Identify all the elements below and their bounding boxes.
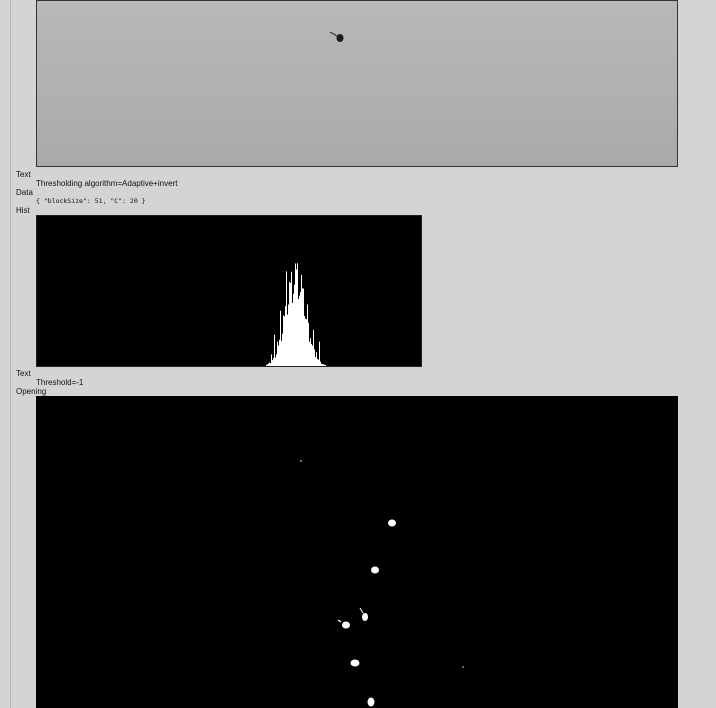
histogram-bar bbox=[283, 315, 284, 366]
histogram-bar bbox=[293, 293, 294, 366]
histogram-bar bbox=[300, 291, 301, 366]
histogram-bar bbox=[277, 341, 278, 366]
histogram-bar bbox=[290, 282, 291, 366]
histogram-bar bbox=[314, 349, 315, 366]
opening-canvas bbox=[300, 460, 464, 707]
threshold-algorithm-text: Thresholding algorithm=Adaptive+invert bbox=[36, 179, 178, 188]
histogram-bar bbox=[278, 345, 279, 366]
histogram-panel bbox=[36, 215, 422, 367]
tadpole-tail bbox=[329, 31, 338, 37]
histogram-bar bbox=[267, 364, 268, 366]
histogram-bar bbox=[299, 295, 300, 366]
histogram-bar bbox=[281, 340, 282, 366]
threshold-value-text: Threshold=-1 bbox=[36, 378, 84, 387]
histogram-bar bbox=[304, 315, 305, 366]
histogram-bar bbox=[308, 322, 309, 366]
hist-label: Hist bbox=[16, 206, 30, 215]
histogram-bar bbox=[274, 334, 275, 366]
histogram-bar bbox=[292, 302, 293, 366]
histogram-bar bbox=[322, 364, 323, 366]
opening-image bbox=[36, 396, 678, 708]
speck bbox=[300, 460, 302, 462]
histogram-bar bbox=[271, 354, 272, 366]
source-image bbox=[36, 0, 678, 167]
histogram-bar bbox=[325, 364, 326, 366]
histogram-bar bbox=[276, 354, 277, 366]
histogram-bar bbox=[284, 316, 285, 366]
params-json: { "blockSize": 51, "C": 20 } bbox=[36, 197, 146, 205]
blob-tail bbox=[359, 607, 364, 614]
histogram-bar bbox=[285, 306, 286, 366]
text-label-1: Text bbox=[16, 170, 31, 179]
histogram-bar bbox=[313, 329, 314, 366]
left-gutter-line bbox=[10, 0, 11, 708]
blob bbox=[371, 566, 379, 574]
histogram-bar bbox=[279, 339, 280, 366]
histogram-bar bbox=[305, 318, 306, 366]
histogram-bar bbox=[306, 319, 307, 366]
blob bbox=[350, 659, 360, 667]
text-label-2: Text bbox=[16, 369, 31, 378]
histogram-bar bbox=[310, 338, 311, 366]
histogram-bar bbox=[303, 288, 304, 366]
histogram-bar bbox=[270, 363, 271, 366]
histogram-canvas bbox=[266, 263, 326, 366]
histogram-bar bbox=[272, 360, 273, 366]
histogram-bar bbox=[273, 358, 274, 366]
histogram-bar bbox=[321, 363, 322, 366]
opening-label: Opening bbox=[16, 387, 47, 396]
histogram-bar bbox=[295, 263, 296, 366]
histogram-bar bbox=[302, 288, 303, 366]
histogram-bar bbox=[309, 341, 310, 366]
histogram-bar bbox=[297, 263, 298, 366]
histogram-bar bbox=[317, 358, 318, 366]
blob bbox=[342, 621, 350, 629]
histogram-bar bbox=[269, 362, 270, 366]
histogram-bar bbox=[280, 310, 281, 366]
histogram-bar bbox=[320, 361, 321, 366]
blob-tail bbox=[337, 619, 342, 623]
histogram-bar bbox=[298, 299, 299, 366]
histogram-bar bbox=[268, 363, 269, 366]
data-label: Data bbox=[16, 188, 33, 197]
histogram-bar bbox=[275, 357, 276, 366]
histogram-bar bbox=[324, 364, 325, 366]
blob bbox=[367, 697, 375, 707]
histogram-bar bbox=[289, 282, 290, 366]
histogram-bar bbox=[323, 364, 324, 366]
histogram-bar bbox=[319, 341, 320, 366]
source-image-canvas bbox=[329, 31, 344, 42]
histogram-bar bbox=[301, 274, 302, 366]
histogram-bar bbox=[266, 364, 267, 366]
histogram-bar bbox=[311, 343, 312, 366]
histogram-bar bbox=[318, 359, 319, 366]
speck bbox=[462, 666, 464, 668]
blob bbox=[362, 613, 368, 621]
histogram-bar bbox=[288, 304, 289, 366]
histogram-bar bbox=[312, 345, 313, 366]
histogram-bar bbox=[315, 357, 316, 366]
histogram-bar bbox=[287, 314, 288, 366]
histogram-bar bbox=[307, 304, 308, 366]
histogram-bar bbox=[291, 271, 292, 366]
histogram-bar bbox=[282, 333, 283, 366]
blob bbox=[388, 519, 396, 527]
histogram-bar bbox=[316, 352, 317, 366]
histogram-bar bbox=[294, 284, 295, 366]
histogram-bar bbox=[286, 271, 287, 366]
histogram-bar bbox=[296, 269, 297, 366]
tadpole-blob bbox=[336, 34, 344, 42]
